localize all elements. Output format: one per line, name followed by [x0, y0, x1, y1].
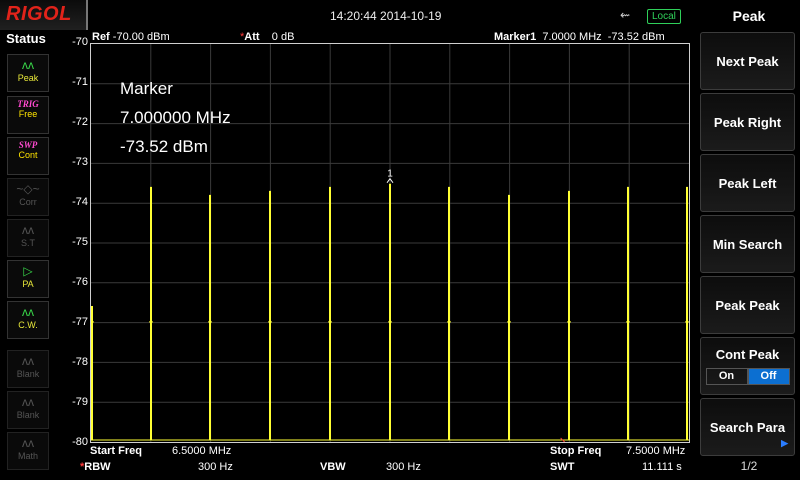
- cont-peak-label: Cont Peak: [715, 347, 780, 362]
- toggle-off[interactable]: Off: [747, 368, 790, 385]
- sweep-status-button[interactable]: SWP Cont: [7, 137, 49, 175]
- y-tick-label: -76: [72, 276, 88, 288]
- swt-label[interactable]: SWT: [550, 461, 574, 473]
- cont-peak-toggle[interactable]: On Off: [705, 368, 790, 385]
- softkey-page-indicator: 1/2: [740, 459, 758, 473]
- vbw-value: 300 Hz: [386, 461, 421, 473]
- y-tick-label: -73: [72, 156, 88, 168]
- blank-icon: ᴧᴧ: [22, 354, 34, 368]
- status-label: Blank: [16, 369, 40, 379]
- stop-freq-label[interactable]: Stop Freq: [550, 445, 601, 457]
- status-sidebar: ᴧᴧ Peak TRIG Free SWP Cont ~◇~ Corr ᴧᴧ S.T ▷ P…: [0, 52, 52, 480]
- cont-peak-button[interactable]: Cont Peak On Off: [700, 337, 795, 395]
- usb-icon: ⇜: [620, 8, 631, 22]
- blank-icon: ᴧᴧ: [22, 395, 34, 409]
- status-label: C.W.: [18, 320, 38, 330]
- sweep-icon: SWP: [18, 140, 38, 150]
- datetime: 14:20:44 2014-10-19: [330, 9, 442, 23]
- status-label: Cont: [18, 150, 38, 160]
- marker-info-level: -73.52 dBm: [120, 137, 208, 156]
- softkey-panel: Peak Next Peak Peak Right Peak Left Min …: [698, 0, 800, 480]
- rbw-value: 300 Hz: [198, 461, 233, 473]
- y-tick-label: -71: [72, 76, 88, 88]
- peak-peak-button[interactable]: Peak Peak: [700, 276, 795, 334]
- y-tick-label: -70: [72, 36, 88, 48]
- attenuation-readout[interactable]: *Att 0 dB: [240, 31, 294, 43]
- swt-value: 11.111 s: [642, 461, 682, 473]
- marker-info-title: Marker: [120, 79, 173, 98]
- submenu-arrow-icon: ▶: [781, 438, 788, 448]
- softkey-menu-title: Peak: [732, 8, 766, 24]
- status-label: Corr: [19, 197, 37, 207]
- att-value: 0 dB: [271, 31, 295, 43]
- status-label: PA: [22, 279, 34, 289]
- y-tick-label: -74: [72, 196, 88, 208]
- top-bar: RIGOL 14:20:44 2014-10-19 ⇜ Local: [0, 0, 698, 30]
- logo-text: RIGOL: [6, 3, 72, 25]
- status-label: Blank: [16, 410, 40, 420]
- toggle-on[interactable]: On: [705, 368, 748, 385]
- peak-icon: ᴧᴧ: [22, 58, 34, 72]
- status-title: Status: [6, 31, 46, 46]
- y-tick-label: -77: [72, 316, 88, 328]
- correction-icon: ~◇~: [16, 182, 40, 196]
- peak-left-button[interactable]: Peak Left: [700, 154, 795, 212]
- y-tick-label: -78: [72, 356, 88, 368]
- marker-freq: 7.0000 MHz: [542, 31, 602, 43]
- signal-track-icon: ᴧᴧ: [22, 223, 34, 237]
- ref-value: -70.00 dBm: [112, 31, 170, 43]
- start-freq-label[interactable]: Start Freq: [90, 445, 142, 457]
- status-label: Peak: [17, 73, 39, 83]
- local-badge[interactable]: Local: [647, 9, 681, 24]
- clear-write-status-button[interactable]: ᴧᴧ C.W.: [7, 301, 49, 339]
- rbw-label[interactable]: *RBW: [80, 461, 111, 473]
- correction-status-button[interactable]: ~◇~ Corr: [7, 178, 49, 216]
- ref-label: Ref: [92, 31, 110, 43]
- math-icon: ᴧᴧ: [22, 436, 34, 450]
- rbw-label-text: RBW: [84, 461, 111, 473]
- signal-track-status-button[interactable]: ᴧᴧ S.T: [7, 219, 49, 257]
- start-freq-value: 6.5000 MHz: [172, 445, 232, 457]
- y-tick-label: -72: [72, 116, 88, 128]
- preamp-icon: ▷: [23, 264, 33, 278]
- stop-freq-value: 7.5000 MHz: [626, 445, 686, 457]
- status-label: Free: [18, 109, 38, 119]
- trigger-status-button[interactable]: TRIG Free: [7, 96, 49, 134]
- marker-level: -73.52 dBm: [607, 31, 665, 43]
- marker-label: Marker1: [494, 31, 537, 43]
- search-para-button[interactable]: Search Para ▶: [700, 398, 795, 456]
- blank-status-button[interactable]: ᴧᴧ Blank: [7, 391, 49, 429]
- blank-status-button[interactable]: ᴧᴧ Blank: [7, 350, 49, 388]
- trigger-icon: TRIG: [17, 99, 39, 109]
- status-label: Math: [17, 451, 38, 461]
- peak-status-button[interactable]: ᴧᴧ Peak: [7, 54, 49, 92]
- peak-right-button[interactable]: Peak Right: [700, 93, 795, 151]
- min-search-button[interactable]: Min Search: [700, 215, 795, 273]
- vbw-label[interactable]: VBW: [320, 461, 346, 473]
- status-label: S.T: [20, 238, 35, 248]
- y-tick-label: -80: [72, 436, 88, 448]
- marker-info-freq: 7.000000 MHz: [120, 108, 231, 127]
- y-tick-label: -75: [72, 236, 88, 248]
- math-status-button[interactable]: ᴧᴧ Math: [7, 432, 49, 470]
- ref-level-readout[interactable]: Ref -70.00 dBm: [92, 31, 170, 43]
- marker-info-box: Marker 7.000000 MHz -73.52 dBm: [120, 74, 231, 161]
- preamp-status-button[interactable]: ▷ PA: [7, 260, 49, 298]
- clear-write-icon: ᴧᴧ: [22, 305, 34, 319]
- rigol-logo: RIGOL: [0, 0, 88, 30]
- next-peak-button[interactable]: Next Peak: [700, 32, 795, 90]
- att-label: Att: [244, 31, 260, 43]
- search-para-label: Search Para: [709, 419, 786, 435]
- marker-1-label: 1: [387, 169, 393, 180]
- y-tick-label: -79: [72, 396, 88, 408]
- marker-readout: Marker1 7.0000 MHz -73.52 dBm: [494, 31, 665, 43]
